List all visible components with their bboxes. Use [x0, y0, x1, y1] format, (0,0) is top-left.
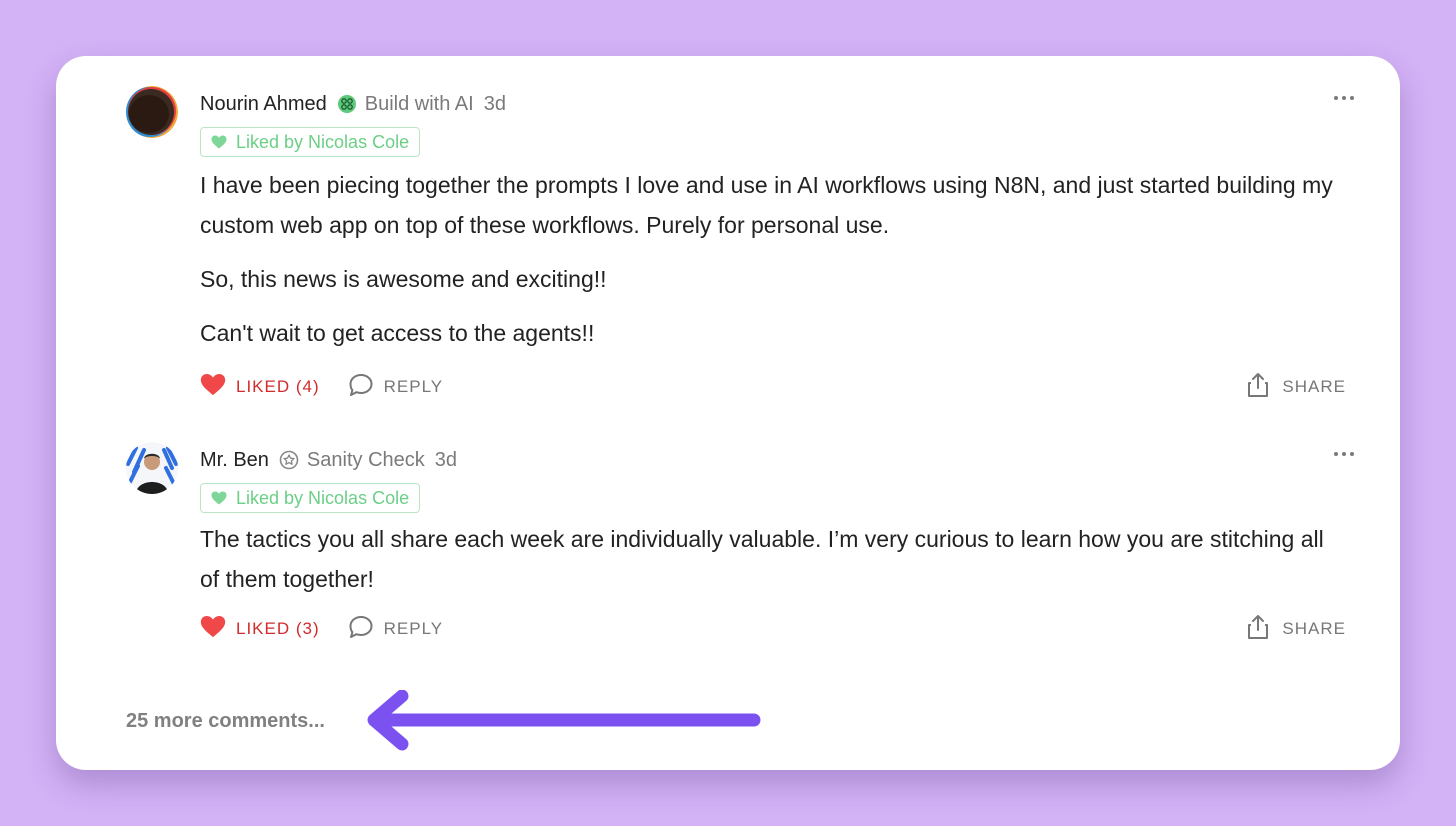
heart-icon: [211, 135, 227, 149]
comment-paragraph: So, this news is awesome and exciting!!: [200, 266, 607, 292]
comment-paragraph: I have been piecing together the prompts…: [200, 172, 1333, 238]
liked-by-text: Liked by Nicolas Cole: [236, 487, 410, 508]
liked-by-badge: Liked by Nicolas Cole: [200, 483, 421, 513]
like-label: LIKED (4): [236, 377, 320, 396]
reply-button[interactable]: REPLY: [348, 373, 444, 402]
like-button[interactable]: LIKED (4): [200, 373, 320, 401]
share-icon: [1246, 614, 1270, 645]
comment-actions: LIKED (3) REPLY SHARE: [200, 611, 1346, 647]
liked-by-text: Liked by Nicolas Cole: [236, 131, 410, 152]
comment-text: I have been piecing together the prompts…: [200, 165, 1346, 353]
more-comments-link[interactable]: 25 more comments...: [126, 710, 325, 733]
author-name[interactable]: Mr. Ben: [200, 449, 269, 472]
reply-button[interactable]: REPLY: [348, 615, 444, 644]
community-badge-icon: [337, 94, 357, 114]
timestamp: 3d: [434, 448, 458, 471]
heart-filled-icon: [200, 373, 226, 401]
like-button[interactable]: LIKED (3): [200, 615, 320, 643]
more-options-icon[interactable]: [1328, 90, 1360, 106]
arrow-left-icon: [367, 690, 761, 751]
community-badge-icon: [279, 450, 299, 470]
comment-text: The tactics you all share each week are …: [200, 519, 1346, 599]
heart-icon: [211, 491, 227, 505]
share-label: SHARE: [1282, 377, 1346, 396]
author-name[interactable]: Nourin Ahmed: [200, 93, 327, 116]
like-label: LIKED (3): [236, 619, 320, 638]
share-icon: [1246, 372, 1270, 403]
speech-bubble-icon: [348, 373, 374, 402]
reply-label: REPLY: [383, 377, 444, 396]
reply-label: REPLY: [383, 619, 444, 638]
liked-by-badge: Liked by Nicolas Cole: [200, 127, 421, 157]
speech-bubble-icon: [348, 615, 374, 644]
comment-actions: LIKED (4) REPLY SHARE: [200, 369, 1346, 405]
community-name[interactable]: Sanity Check: [307, 449, 425, 472]
comments-card: Nourin Ahmed Build with AI 3d Liked by N…: [56, 56, 1400, 770]
more-options-icon[interactable]: [1328, 446, 1360, 462]
community-name[interactable]: Build with AI: [365, 93, 474, 116]
share-label: SHARE: [1282, 619, 1346, 638]
timestamp: 3d: [483, 92, 506, 115]
avatar[interactable]: [126, 86, 178, 138]
heart-filled-icon: [200, 615, 226, 643]
avatar[interactable]: [126, 442, 178, 494]
share-button[interactable]: SHARE: [1246, 611, 1346, 647]
comment-paragraph: Can't wait to get access to the agents!!: [200, 320, 595, 346]
share-button[interactable]: SHARE: [1246, 369, 1346, 405]
comment-paragraph: The tactics you all share each week are …: [200, 526, 1324, 592]
